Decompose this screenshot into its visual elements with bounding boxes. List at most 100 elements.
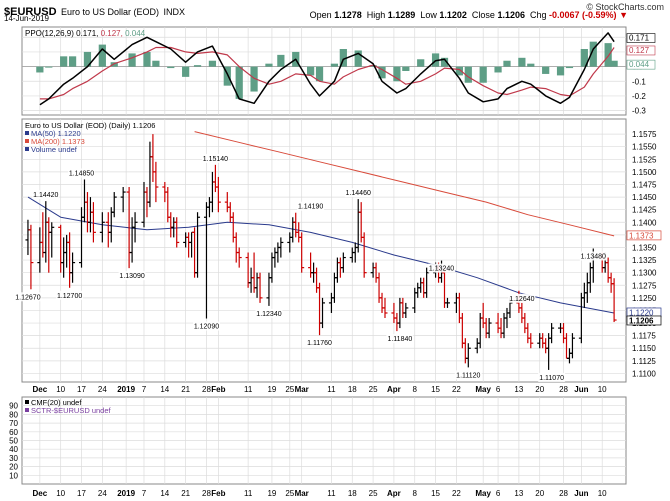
ohlc-bar [486,318,492,339]
ohlc-bar [418,277,424,293]
cmf-tick-label: 20 [9,463,18,472]
ohlc-bar [537,333,543,349]
cmf-tick-label: 10 [9,471,18,480]
ohlc-bar [436,262,442,283]
price-annotation: 1.12090 [194,324,219,331]
ohlc-bar [421,277,427,298]
ppo-histogram-bar [223,66,231,86]
price-frame [21,118,627,383]
x-tick-label: 28 [559,385,568,394]
ohlc-bar [209,171,215,213]
price-tick-label: 1.1425 [632,206,657,215]
price-annotation-bg [538,372,566,382]
ohlc-bar [25,219,31,256]
ohlc-bar [424,267,430,298]
ohlc-bar [272,247,278,268]
ppo-histogram-bar [479,66,487,83]
ohlc-bar [227,202,233,223]
ohlc-bar [498,318,504,339]
price-annotation-bg [508,293,536,303]
ppo-histogram-bar [277,54,285,67]
ohlc-bar [433,262,439,278]
legend-swatch [25,131,29,135]
ohlc-bar [519,302,525,324]
price-annotation-bg [32,190,60,200]
x-tick-label: Dec [33,385,48,394]
price-annotation-bg [306,338,334,348]
ppo-histogram-bar [36,66,44,73]
x-tick-label: May [475,385,491,394]
ohlc-bar [174,217,180,248]
cmf-legend-item: CMF(20) undef [31,398,82,407]
price-annotation-bg [118,271,146,281]
ohlc-bar [444,297,450,308]
cmf-tick-label: 40 [9,445,18,454]
ppo-histogram-bar [610,60,618,67]
ppo-histogram-bar [503,60,511,67]
ppo-histogram-bar [542,66,550,74]
ohlc-bar [566,348,572,364]
ohlc-bar [257,272,263,303]
ohlc-bar [400,297,406,319]
price-annotation: 1.13240 [429,266,454,273]
ppo-histogram-bar [68,56,77,67]
x-tick-label: 14 [160,385,169,394]
ppo-histogram-bar [315,66,324,82]
ohlc-bar [569,333,575,359]
x-tick-label: 11 [244,385,253,394]
ohlc-bar [394,312,400,332]
price-tick-label: 1.1350 [632,243,657,252]
ohlc-bar [317,282,323,336]
x-tick-label: 10 [598,385,607,394]
x-tick-label: Mar [295,385,309,394]
ppo-signal-line [39,46,615,100]
ohlc-bar [584,272,590,303]
price-annotation-bg [344,188,372,198]
ohlc-bar [144,187,150,218]
x-tick-label: 7 [142,385,147,394]
ohlc-bar [563,333,569,359]
ohlc-bar [236,247,242,268]
ppo-histogram-bar [250,66,258,92]
ppo-histogram-bar [167,66,175,69]
x-tick-label: 7 [142,489,147,498]
ohlc-bar [111,192,117,218]
price-annotation: 1.14460 [346,190,371,197]
ohlc-bar [340,252,346,273]
cmf-tick-label: 90 [9,402,18,411]
symbol-description: Euro to US Dollar (EOD) [61,7,160,17]
ohlc-bar [296,222,302,243]
high-label: High [366,10,386,20]
high-value: 1.1289 [387,10,416,20]
x-tick-label: 13 [514,385,523,394]
ohlc-bar [599,252,605,273]
price-legend-item: Volume undef [31,145,78,154]
x-tick-label: 28 [202,385,211,394]
ohlc-bar [459,312,465,349]
ppo-value-tag-label: 0.127 [629,46,650,55]
low-value: 1.1202 [439,10,467,20]
price-tick-label: 1.1150 [632,344,656,353]
ohlc-bar [442,267,448,308]
x-tick-label: May [475,489,491,498]
ohlc-bar [189,231,195,258]
ohlc-bar [108,207,114,243]
ma200-line [194,131,615,237]
price-value-tag [626,307,662,318]
x-tick-label: Feb [211,489,225,498]
ppo-histogram-bar [527,63,535,67]
legend-swatch [25,400,29,404]
ppo-histogram-bar [110,62,118,67]
ppo-tick-label: -0.1 [632,77,646,86]
ohlc-bar [504,307,510,329]
price-annotation-bg [454,370,482,380]
ohlc-bar [64,234,70,268]
ma50-line [27,196,615,314]
ppo-histogram-bar [440,57,449,67]
ppo-histogram-bar [152,60,160,67]
price-annotation-bg [428,263,456,273]
price-annotation: 1.12700 [57,293,82,300]
ohlc-bar [153,161,159,203]
ohlc-bar [465,343,471,368]
ppo-line [39,32,615,106]
